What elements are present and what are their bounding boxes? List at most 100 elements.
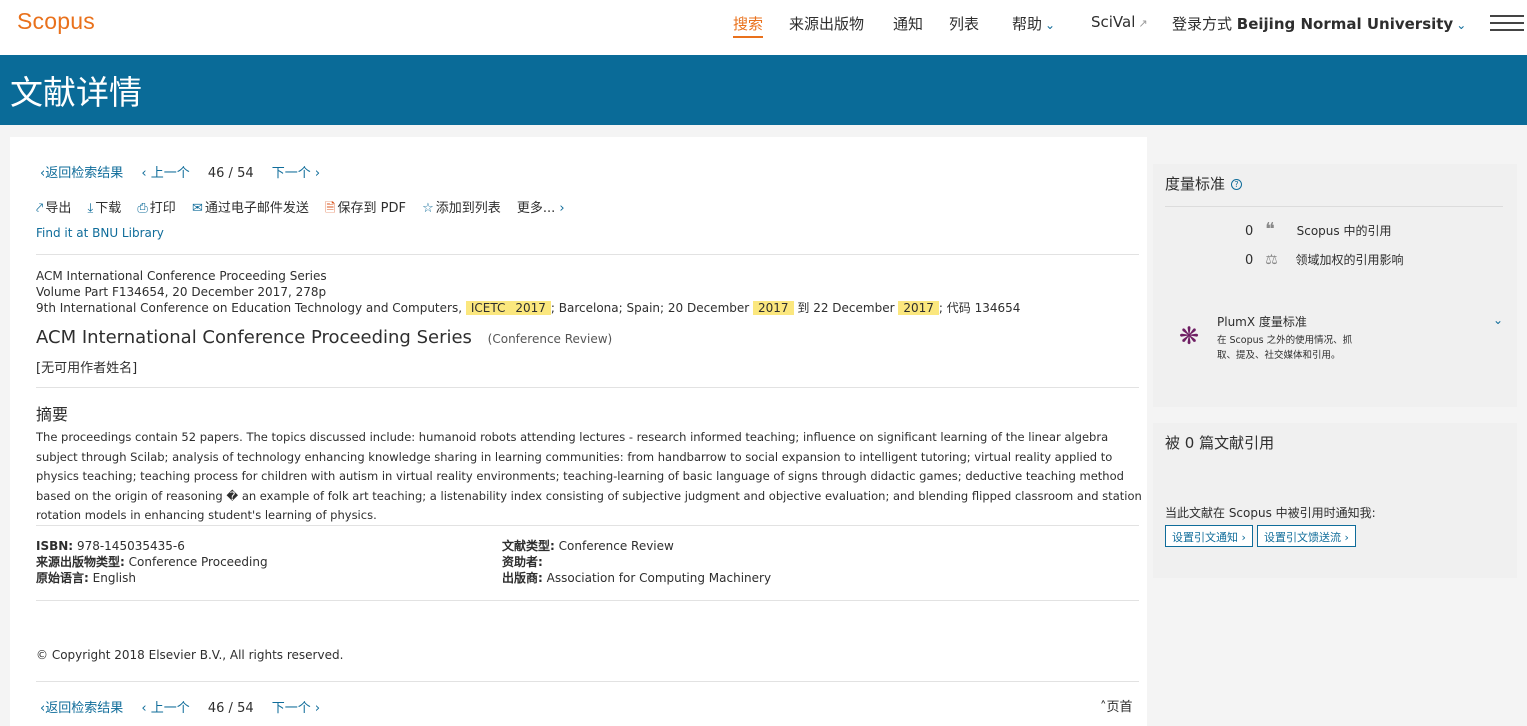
pdf-icon: 🗎 [325, 201, 336, 216]
nav-search[interactable]: 搜索 [733, 13, 764, 38]
scopus-logo[interactable]: Scopus [17, 8, 95, 35]
result-pager-bottom: ‹返回检索结果 ‹ 上一个 46 / 54 下一个 › [40, 697, 334, 716]
doc-type-label: 文献类型: [502, 539, 555, 553]
nav-sources[interactable]: 来源出版物 [789, 13, 864, 34]
fwci-metric: 0 ⚖ 领域加权的引用影响 [1245, 251, 1404, 268]
language-row: 原始语言: English [36, 570, 268, 586]
next-label: 下一个 [271, 166, 311, 181]
prev-result-link[interactable]: ‹ 上一个 [141, 166, 189, 181]
export-icon: ⤤ [36, 201, 44, 216]
download-icon: ⤓ [87, 201, 94, 216]
info-right: 文献类型: Conference Review 资助者: 出版商: Associ… [502, 538, 771, 586]
copyright-notice: © Copyright 2018 Elsevier B.V., All righ… [36, 648, 344, 662]
pager-separator: / [228, 701, 233, 716]
download-button[interactable]: ⤓ 下载 [87, 197, 121, 216]
citations-metric: 0 ❝ Scopus 中的引用 [1245, 219, 1391, 240]
document-toolbar: ⤤ 导出 ⤓ 下载 ⎙ 打印 ✉ 通过电子邮件发送 🗎 保存到 PDF ☆ 添加到列表 更多… [36, 197, 579, 221]
divider [36, 254, 1139, 255]
set-citation-alert-button[interactable]: 设置引文通知 › [1165, 525, 1253, 547]
external-link-icon: ↗ [1138, 17, 1148, 30]
more-label: 更多... [516, 201, 556, 216]
print-label: 打印 [149, 201, 176, 216]
document-title: ACM International Conference Proceeding … [36, 327, 472, 348]
prev-label: 上一个 [150, 701, 190, 716]
next-result-link[interactable]: 下一个 › [272, 701, 320, 716]
divider [1165, 206, 1503, 207]
conference-code: ; 代码 134654 [938, 301, 1021, 315]
isbn-value: 978-145035435-6 [76, 539, 185, 553]
download-label: 下载 [95, 201, 122, 216]
nav-help[interactable]: 帮助 ⌄ [1012, 13, 1055, 34]
plumx-description: 在 Scopus 之外的使用情况、抓取、提及、社交媒体和引用。 [1217, 335, 1353, 361]
set-citation-feed-button[interactable]: 设置引文馈送流 › [1257, 525, 1356, 547]
add-to-list-button[interactable]: ☆ 添加到列表 [422, 197, 501, 216]
next-result-link[interactable]: 下一个 › [272, 166, 320, 181]
info-left: ISBN: 978-145035435-6 来源出版物类型: Conferenc… [36, 538, 268, 586]
source-type-row: 来源出版物类型: Conference Proceeding [36, 554, 268, 570]
nav-help-label: 帮助 [1012, 15, 1043, 33]
total-results: 54 [237, 166, 254, 181]
star-icon: ☆ [422, 201, 434, 216]
metrics-heading-label: 度量标准 [1165, 175, 1226, 193]
citation-alert-note: 当此文献在 Scopus 中被引用时通知我: [1165, 506, 1376, 520]
current-index: 46 [207, 166, 225, 181]
plumx-title[interactable]: PlumX 度量标准 [1217, 313, 1307, 330]
email-label: 通过电子邮件发送 [204, 201, 309, 216]
divider [36, 681, 1139, 682]
prev-result-link[interactable]: ‹ 上一个 [141, 701, 189, 716]
nav-lists[interactable]: 列表 [949, 13, 979, 34]
more-button[interactable]: 更多... › [517, 197, 567, 216]
abstract-heading: 摘要 [36, 405, 69, 424]
export-button[interactable]: ⤤ 导出 [36, 197, 71, 216]
divider [36, 600, 1139, 601]
nav-login[interactable]: 登录方式 Beijing Normal University ⌄ [1172, 13, 1466, 34]
source-volume: Volume Part F134654, 20 December 2017, 2… [36, 285, 327, 299]
balance-icon: ⚖ [1265, 252, 1278, 268]
email-button[interactable]: ✉ 通过电子邮件发送 [192, 197, 309, 216]
source-type-value: Conference Proceeding [128, 555, 268, 569]
highlight-acronym: ICETC [465, 301, 511, 315]
current-index: 46 [207, 701, 225, 716]
find-it-library-link[interactable]: Find it at BNU Library [36, 226, 164, 240]
nav-scival-label: SciVal [1091, 13, 1136, 31]
authors: [无可用作者姓名] [36, 361, 138, 376]
current-position: 46 / 54 [208, 701, 254, 716]
language-label: 原始语言: [36, 571, 89, 585]
chevron-down-icon: ⌄ [1045, 18, 1056, 32]
save-pdf-button[interactable]: 🗎 保存到 PDF [325, 197, 406, 221]
back-to-results-link[interactable]: ‹返回检索结果 [40, 701, 123, 716]
chevron-right-icon: › [555, 201, 565, 216]
quote-icon: ❝ [1265, 219, 1275, 240]
back-to-top-link[interactable]: ˄页首 [1100, 696, 1133, 715]
hamburger-menu-icon[interactable] [1490, 15, 1524, 33]
login-prefix: 登录方式 [1172, 15, 1233, 33]
publisher-label: 出版商: [502, 571, 543, 585]
top-label: 页首 [1106, 700, 1133, 715]
highlight-year: 2017 [753, 301, 794, 315]
metrics-heading: 度量标准? [1165, 173, 1243, 194]
prev-label: 上一个 [150, 166, 190, 181]
total-results: 54 [237, 701, 254, 716]
language-value: English [92, 571, 136, 585]
pager-separator: / [228, 166, 233, 181]
sponsor-row: 资助者: [502, 554, 771, 570]
source-info: ACM International Conference Proceeding … [36, 268, 1020, 316]
fwci-label: 领域加权的引用影响 [1295, 253, 1404, 267]
citations-count: 0 [1245, 224, 1254, 239]
email-icon: ✉ [191, 201, 203, 216]
metrics-panel: 度量标准? 0 ❝ Scopus 中的引用 0 ⚖ 领域加权的引用影响 ❋ Pl… [1153, 164, 1517, 407]
page-title: 文献详情 [10, 73, 142, 112]
top-navigation: Scopus 搜索 来源出版物 通知 列表 帮助 ⌄ SciVal ↗ 登录方式 B… [0, 0, 1527, 55]
source-series: ACM International Conference Proceeding … [36, 269, 327, 283]
source-type-label: 来源出版物类型: [36, 555, 125, 569]
nav-scival[interactable]: SciVal ↗ [1091, 13, 1148, 31]
help-icon[interactable]: ? [1231, 179, 1243, 190]
nav-alerts[interactable]: 通知 [893, 13, 923, 34]
cited-by-heading: 被 0 篇文献引用 [1165, 434, 1275, 452]
sponsor-label: 资助者: [502, 555, 543, 569]
result-pager-top: ‹返回检索结果 ‹ 上一个 46 / 54 下一个 › [40, 162, 334, 181]
back-to-results-link[interactable]: ‹返回检索结果 [40, 166, 123, 181]
back-label: 返回检索结果 [45, 701, 124, 716]
chevron-down-icon[interactable]: ⌄ [1493, 313, 1503, 327]
print-button[interactable]: ⎙ 打印 [137, 197, 175, 216]
